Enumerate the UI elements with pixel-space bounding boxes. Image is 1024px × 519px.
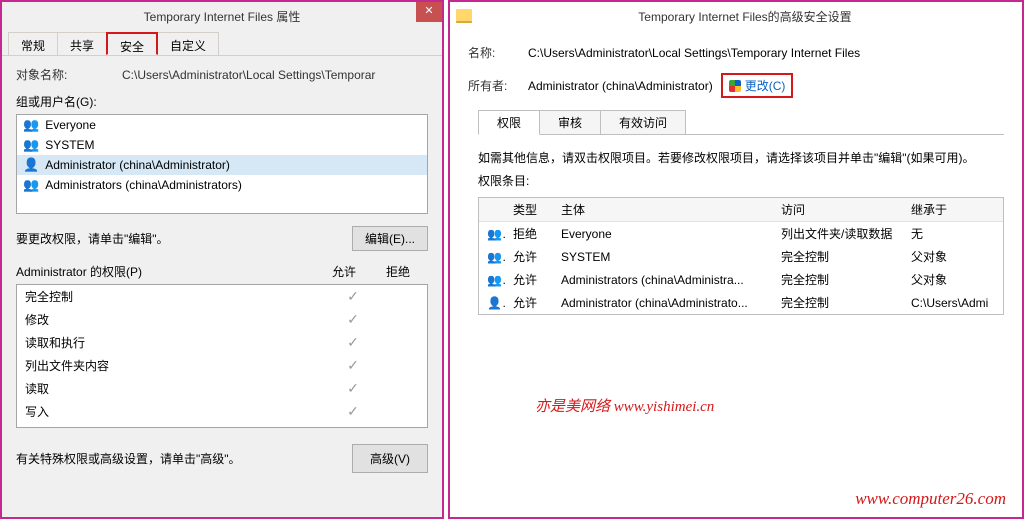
- advanced-security-dialog: Temporary Internet Files的高级安全设置 名称: C:\U…: [448, 0, 1024, 519]
- folder-icon: [456, 9, 472, 23]
- users-icon: 👥: [23, 177, 39, 193]
- tab-auditing[interactable]: 审核: [539, 110, 601, 135]
- permissions-label: Administrator 的权限(P): [16, 263, 142, 280]
- allow-column-header: 允许: [332, 263, 356, 280]
- list-item: 读取✓: [17, 377, 427, 400]
- close-icon[interactable]: ✕: [416, 2, 442, 22]
- name-value: C:\Users\Administrator\Local Settings\Te…: [528, 46, 860, 60]
- check-icon: ✓: [331, 311, 375, 328]
- advanced-hint: 有关特殊权限或高级设置，请单击"高级"。: [16, 450, 241, 467]
- list-item[interactable]: 👤Administrator (china\Administrator): [17, 155, 427, 175]
- table-row[interactable]: 👥允许Administrators (china\Administra...完全…: [479, 268, 1003, 291]
- list-item: 写入✓: [17, 400, 427, 423]
- titlebar: Temporary Internet Files 属性 ✕: [2, 2, 442, 30]
- permissions-hint: 如需其他信息，请双击权限项目。若要修改权限项目，请选择该项目并单击"编辑"(如果…: [478, 149, 1004, 166]
- tab-permissions[interactable]: 权限: [478, 110, 540, 135]
- check-icon: ✓: [331, 288, 375, 305]
- edit-button[interactable]: 编辑(E)...: [352, 226, 428, 251]
- tab-strip: 常规 共享 安全 自定义: [2, 32, 442, 56]
- watermark-text: 亦是美网络 www.yishimei.cn: [535, 395, 714, 416]
- users-icon: 👥: [479, 224, 505, 244]
- object-name-value: C:\Users\Administrator\Local Settings\Te…: [122, 68, 375, 82]
- list-item: 完全控制✓: [17, 285, 427, 308]
- table-row[interactable]: 👤允许Administrator (china\Administrato...完…: [479, 291, 1003, 314]
- owner-label: 所有者:: [468, 77, 528, 94]
- table-row[interactable]: 👥拒绝Everyone列出文件夹/读取数据无: [479, 222, 1003, 245]
- users-icon: 👥: [23, 117, 39, 133]
- check-icon: ✓: [331, 403, 375, 420]
- list-item[interactable]: 👥Everyone: [17, 115, 427, 135]
- shield-icon: [729, 80, 741, 92]
- col-subject[interactable]: 主体: [553, 198, 773, 221]
- titlebar: Temporary Internet Files的高级安全设置: [450, 2, 1022, 30]
- list-item: 列出文件夹内容✓: [17, 354, 427, 377]
- list-item: 修改✓: [17, 308, 427, 331]
- tab-sharing[interactable]: 共享: [57, 32, 107, 55]
- groups-list[interactable]: 👥Everyone 👥SYSTEM 👤Administrator (china\…: [16, 114, 428, 214]
- user-icon: 👤: [23, 157, 39, 173]
- list-item[interactable]: 👥SYSTEM: [17, 135, 427, 155]
- list-item: 读取和执行✓: [17, 331, 427, 354]
- window-title: Temporary Internet Files的高级安全设置: [480, 8, 1022, 25]
- tab-panel-security: 对象名称: C:\Users\Administrator\Local Setti…: [2, 56, 442, 483]
- user-icon: 👤: [479, 293, 505, 313]
- sub-tab-strip: 权限 审核 有效访问: [478, 110, 1004, 135]
- tab-effective-access[interactable]: 有效访问: [600, 110, 686, 135]
- properties-dialog: Temporary Internet Files 属性 ✕ 常规 共享 安全 自…: [0, 0, 444, 519]
- users-icon: 👥: [479, 247, 505, 267]
- tab-general[interactable]: 常规: [8, 32, 58, 55]
- change-owner-link[interactable]: 更改(C): [721, 73, 794, 98]
- tab-customize[interactable]: 自定义: [157, 32, 219, 55]
- groups-label: 组或用户名(G):: [16, 93, 428, 110]
- edit-hint: 要更改权限，请单击"编辑"。: [16, 230, 169, 247]
- check-icon: ✓: [331, 380, 375, 397]
- name-label: 名称:: [468, 44, 528, 61]
- table-row[interactable]: 👥允许SYSTEM完全控制父对象: [479, 245, 1003, 268]
- advanced-button[interactable]: 高级(V): [352, 444, 428, 473]
- table-header: 类型 主体 访问 继承于: [479, 198, 1003, 222]
- window-title: Temporary Internet Files 属性: [144, 8, 301, 25]
- watermark-text: www.computer26.com: [855, 489, 1006, 509]
- permissions-list: 完全控制✓ 修改✓ 读取和执行✓ 列出文件夹内容✓ 读取✓ 写入✓: [16, 284, 428, 428]
- list-item[interactable]: 👥Administrators (china\Administrators): [17, 175, 427, 195]
- deny-column-header: 拒绝: [386, 263, 410, 280]
- permission-entries-table: 类型 主体 访问 继承于 👥拒绝Everyone列出文件夹/读取数据无 👥允许S…: [478, 197, 1004, 315]
- col-access[interactable]: 访问: [773, 198, 903, 221]
- owner-value: Administrator (china\Administrator): [528, 79, 713, 93]
- check-icon: ✓: [331, 357, 375, 374]
- users-icon: 👥: [479, 270, 505, 290]
- tab-security[interactable]: 安全: [106, 32, 158, 55]
- col-type[interactable]: 类型: [505, 198, 553, 221]
- check-icon: ✓: [331, 334, 375, 351]
- entries-label: 权限条目:: [478, 172, 1004, 189]
- col-inherit[interactable]: 继承于: [903, 198, 1003, 221]
- users-icon: 👥: [23, 137, 39, 153]
- object-name-label: 对象名称:: [16, 66, 92, 83]
